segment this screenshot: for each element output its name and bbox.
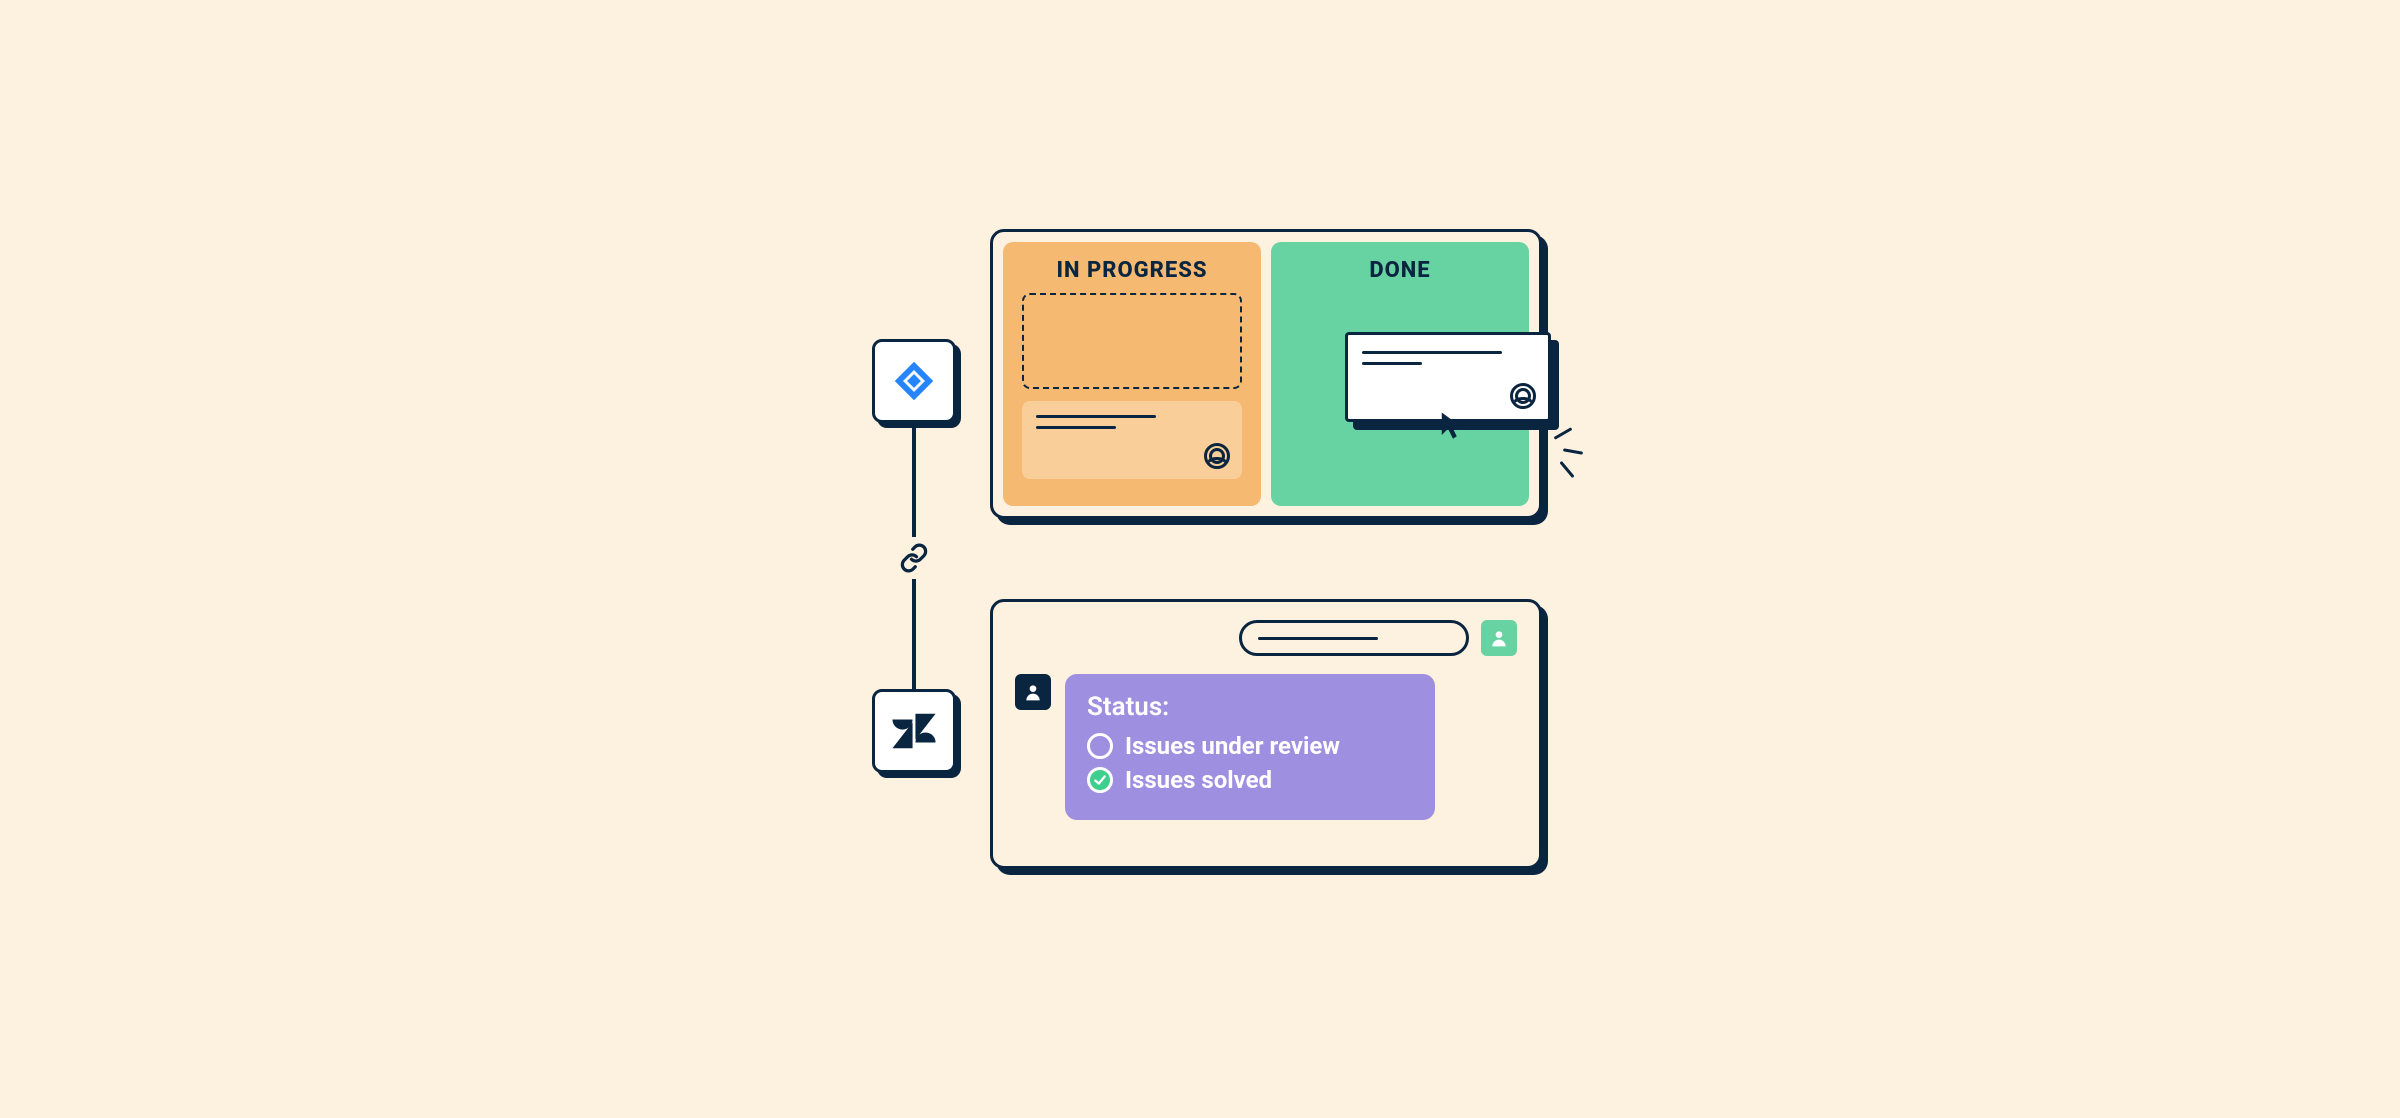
dragged-card-wrap xyxy=(1345,332,1551,422)
card-line xyxy=(1362,362,1422,365)
jira-logo-icon xyxy=(892,359,936,403)
zendesk-app-box xyxy=(872,689,956,773)
avatar-icon xyxy=(1204,443,1230,469)
status-label-under-review: Issues under review xyxy=(1125,732,1340,760)
card-drop-slot[interactable] xyxy=(1022,293,1242,389)
status-row-under-review: Issues under review xyxy=(1087,732,1409,760)
ticket-panel: Status: Issues under review Issues solve… xyxy=(990,599,1542,869)
avatar-icon xyxy=(1023,682,1043,702)
search-input[interactable] xyxy=(1239,620,1469,656)
status-unchecked-icon xyxy=(1087,733,1113,759)
column-in-progress: IN PROGRESS xyxy=(1003,242,1261,506)
dragged-card[interactable] xyxy=(1345,332,1551,422)
avatar-icon xyxy=(1489,628,1509,648)
ticket-body: Status: Issues under review Issues solve… xyxy=(1015,674,1517,820)
link-badge xyxy=(895,537,933,579)
cursor-icon xyxy=(1438,410,1468,444)
kanban-panel: IN PROGRESS DONE xyxy=(990,229,1542,519)
kanban-card[interactable] xyxy=(1022,401,1242,479)
current-user-chip[interactable] xyxy=(1481,620,1517,656)
jira-app-box xyxy=(872,339,956,423)
avatar-icon xyxy=(1510,383,1536,409)
diagram-stage: IN PROGRESS DONE xyxy=(850,209,1550,909)
status-checked-icon xyxy=(1087,767,1113,793)
card-line xyxy=(1362,351,1502,354)
zendesk-logo-icon xyxy=(891,708,937,754)
link-icon xyxy=(899,543,929,573)
requester-chip[interactable] xyxy=(1015,674,1051,710)
column-title-in-progress: IN PROGRESS xyxy=(1056,258,1207,283)
card-line xyxy=(1036,426,1116,429)
status-card: Status: Issues under review Issues solve… xyxy=(1065,674,1435,820)
ticket-header xyxy=(1015,620,1517,656)
status-row-solved: Issues solved xyxy=(1087,766,1409,794)
status-title: Status: xyxy=(1087,692,1409,722)
column-title-done: DONE xyxy=(1369,258,1430,283)
search-placeholder-line xyxy=(1258,637,1378,640)
status-label-solved: Issues solved xyxy=(1125,766,1272,794)
card-line xyxy=(1036,415,1156,418)
